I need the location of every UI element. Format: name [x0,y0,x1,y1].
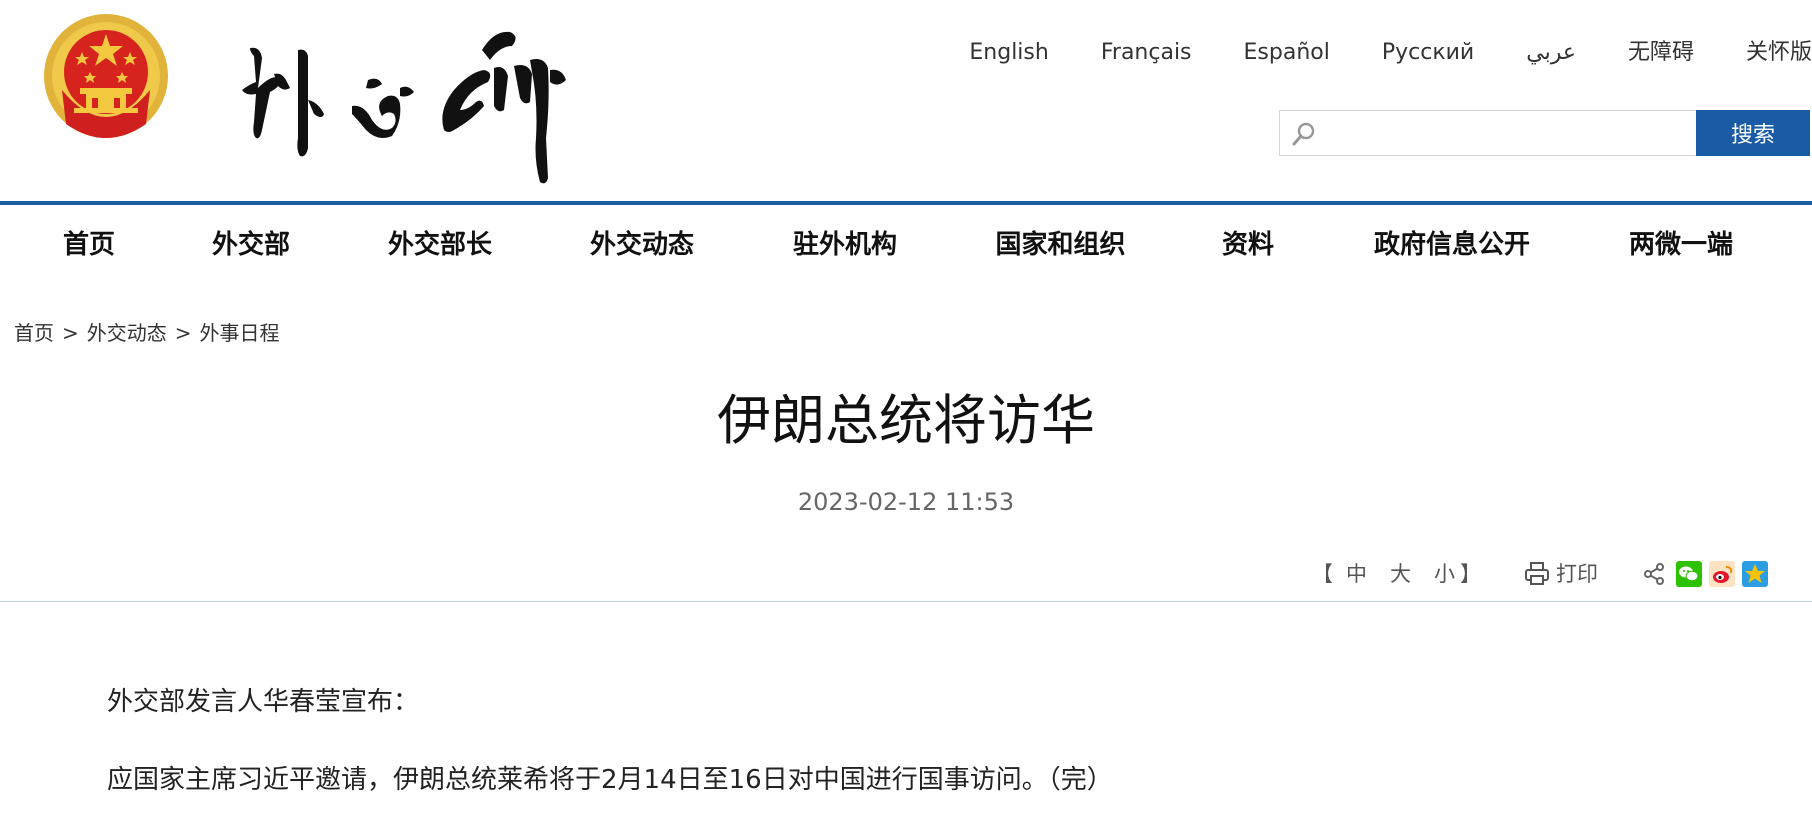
accessibility-link[interactable]: 无障碍 [1628,38,1694,68]
breadcrumb-separator: > [62,321,79,345]
ministry-calligraphy-logo[interactable] [232,10,590,190]
search-icon [1292,122,1315,146]
article-toolbar: 【 中 大 小 】 打印 [1312,556,1812,592]
lang-russian[interactable]: Русский [1382,38,1474,68]
nav-item-countries-organizations[interactable]: 国家和组织 [992,205,1129,285]
qzone-icon[interactable] [1742,561,1768,587]
share-icon[interactable] [1642,562,1666,586]
care-mode-link[interactable]: 关怀版 [1746,38,1812,68]
lang-spanish[interactable]: Español [1244,38,1330,68]
breadcrumb-home[interactable]: 首页 [14,321,54,345]
nav-item-minister[interactable]: 外交部长 [385,205,495,285]
content-divider [0,601,1812,602]
breadcrumb-diplomatic-news[interactable]: 外交动态 [87,321,167,345]
nav-item-social-media[interactable]: 两微一端 [1626,205,1736,285]
article-paragraph: 应国家主席习近平邀请，伊朗总统莱希将于2月14日至16日对中国进行国事访问。（完… [107,765,1113,795]
nav-item-gov-info-disclosure[interactable]: 政府信息公开 [1370,205,1534,285]
lang-arabic[interactable]: عربي [1526,38,1576,68]
article-title: 伊朗总统将访华 [717,389,1095,452]
font-size-bracket-close: 】 [1460,562,1481,586]
lang-french[interactable]: Français [1101,38,1192,68]
font-size-medium-button[interactable]: 中 [1346,556,1367,592]
main-nav: 首页 外交部 外交部长 外交动态 驻外机构 国家和组织 资料 政府信息公开 两微… [0,205,1812,285]
nav-item-diplomatic-news[interactable]: 外交动态 [587,205,697,285]
printer-icon[interactable] [1524,561,1550,587]
nav-item-ministry[interactable]: 外交部 [210,205,292,285]
search-box: 搜索 [1279,110,1810,156]
nav-item-missions-abroad[interactable]: 驻外机构 [790,205,900,285]
wechat-icon[interactable] [1676,561,1702,587]
article-date: 2023-02-12 11:53 [797,488,1015,516]
search-button[interactable]: 搜索 [1696,110,1810,156]
nav-item-resources[interactable]: 资料 [1220,205,1276,285]
lang-english[interactable]: English [969,38,1048,68]
print-button[interactable]: 打印 [1556,556,1598,592]
font-size-large-button[interactable]: 大 [1390,556,1411,592]
weibo-icon[interactable] [1709,561,1735,587]
breadcrumb-foreign-affairs-schedule[interactable]: 外事日程 [200,321,280,345]
article-paragraph: 外交部发言人华春莹宣布： [107,687,420,717]
font-size-small-button[interactable]: 小 [1434,556,1455,592]
breadcrumb-separator: > [174,321,192,345]
search-input[interactable] [1326,117,1710,151]
font-size-bracket-open: 【 [1312,562,1333,586]
breadcrumb: 首页 > 外交动态 > 外事日程 [14,318,280,348]
site-header: English Français Español Русский عربي 无障… [0,0,1812,205]
national-emblem-icon[interactable] [42,12,170,150]
language-bar: English Français Español Русский عربي 无障… [969,38,1812,68]
nav-item-home[interactable]: 首页 [61,205,117,285]
